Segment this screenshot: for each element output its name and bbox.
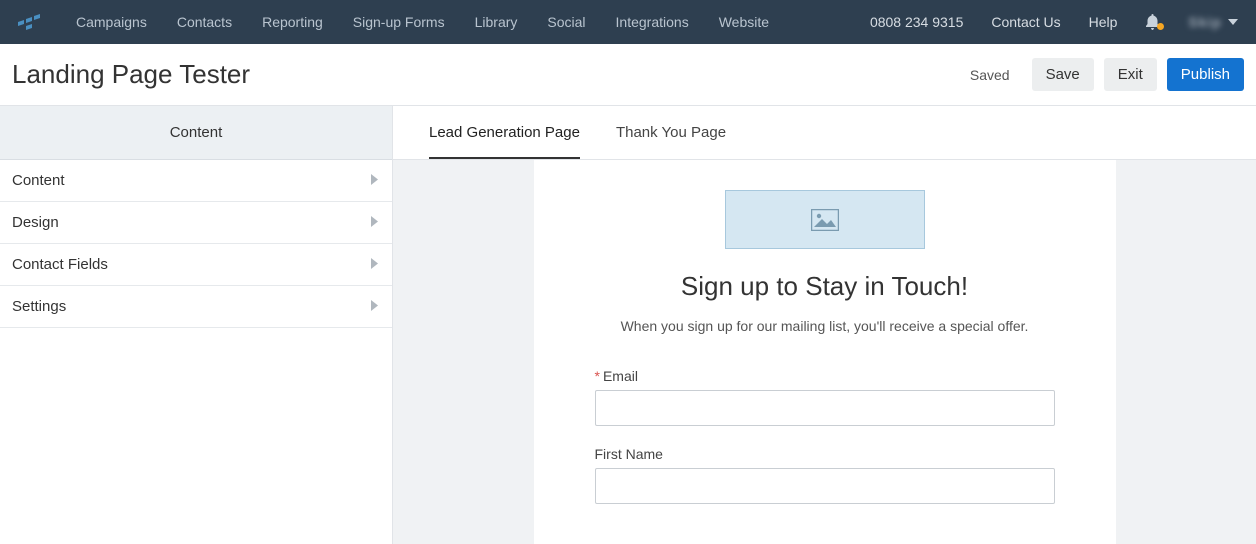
- main-panel: Lead Generation Page Thank You Page Sign…: [393, 106, 1256, 544]
- email-input[interactable]: [595, 390, 1055, 426]
- save-button[interactable]: Save: [1032, 58, 1094, 91]
- sidebar-tab-content[interactable]: Content: [0, 106, 392, 160]
- nav-right: 0808 234 9315 Contact Us Help Skip: [870, 14, 1238, 30]
- nav-reporting[interactable]: Reporting: [262, 14, 323, 30]
- image-placeholder-icon: [811, 209, 839, 231]
- canvas-wrapper: Sign up to Stay in Touch! When you sign …: [393, 160, 1256, 544]
- sidebar-item-label: Settings: [12, 298, 66, 315]
- save-status: Saved: [970, 67, 1010, 83]
- sidebar-item-label: Design: [12, 214, 59, 231]
- sidebar-item-contact-fields[interactable]: Contact Fields: [0, 244, 392, 286]
- form-subtext: When you sign up for our mailing list, y…: [621, 318, 1029, 334]
- contact-us-link[interactable]: Contact Us: [991, 14, 1060, 30]
- header-actions: Saved Save Exit Publish: [970, 58, 1244, 91]
- chevron-right-icon: [371, 298, 378, 315]
- tab-thank-you[interactable]: Thank You Page: [616, 106, 726, 159]
- chevron-down-icon: [1228, 19, 1238, 25]
- user-name-blurred: Skip: [1188, 14, 1222, 30]
- sidebar-item-settings[interactable]: Settings: [0, 286, 392, 328]
- flag-logo-icon: [18, 13, 48, 31]
- email-label: *Email: [595, 368, 1055, 384]
- sidebar-item-content[interactable]: Content: [0, 160, 392, 202]
- form-field-first-name: First Name: [595, 446, 1055, 504]
- nav-social[interactable]: Social: [547, 14, 585, 30]
- first-name-input[interactable]: [595, 468, 1055, 504]
- sidebar-item-label: Contact Fields: [12, 256, 108, 273]
- top-nav: Campaigns Contacts Reporting Sign-up For…: [0, 0, 1256, 44]
- page-title: Landing Page Tester: [12, 59, 250, 90]
- chevron-right-icon: [371, 172, 378, 189]
- help-link[interactable]: Help: [1089, 14, 1118, 30]
- nav-signup-forms[interactable]: Sign-up Forms: [353, 14, 445, 30]
- landing-page-canvas: Sign up to Stay in Touch! When you sign …: [534, 160, 1116, 544]
- publish-button[interactable]: Publish: [1167, 58, 1244, 91]
- nav-website[interactable]: Website: [719, 14, 769, 30]
- sidebar: Content Content Design Contact Fields Se…: [0, 106, 393, 544]
- first-name-label: First Name: [595, 446, 1055, 462]
- nav-contacts[interactable]: Contacts: [177, 14, 232, 30]
- nav-campaigns[interactable]: Campaigns: [76, 14, 147, 30]
- image-placeholder[interactable]: [725, 190, 925, 249]
- nav-integrations[interactable]: Integrations: [616, 14, 689, 30]
- chevron-right-icon: [371, 214, 378, 231]
- nav-library[interactable]: Library: [475, 14, 518, 30]
- nav-links: Campaigns Contacts Reporting Sign-up For…: [76, 14, 870, 30]
- sidebar-item-label: Content: [12, 172, 65, 189]
- exit-button[interactable]: Exit: [1104, 58, 1157, 91]
- notification-dot-icon: [1157, 23, 1164, 30]
- form-field-email: *Email: [595, 368, 1055, 426]
- editor-body: Content Content Design Contact Fields Se…: [0, 106, 1256, 544]
- sidebar-item-design[interactable]: Design: [0, 202, 392, 244]
- form-heading: Sign up to Stay in Touch!: [681, 271, 968, 302]
- page-header: Landing Page Tester Saved Save Exit Publ…: [0, 44, 1256, 106]
- phone-number: 0808 234 9315: [870, 14, 963, 30]
- tab-lead-generation[interactable]: Lead Generation Page: [429, 106, 580, 159]
- signup-form: *Email First Name: [595, 368, 1055, 524]
- page-tabs: Lead Generation Page Thank You Page: [393, 106, 1256, 160]
- user-menu[interactable]: Skip: [1188, 14, 1238, 30]
- notifications-button[interactable]: [1145, 14, 1160, 30]
- chevron-right-icon: [371, 256, 378, 273]
- brand-logo[interactable]: [18, 13, 48, 31]
